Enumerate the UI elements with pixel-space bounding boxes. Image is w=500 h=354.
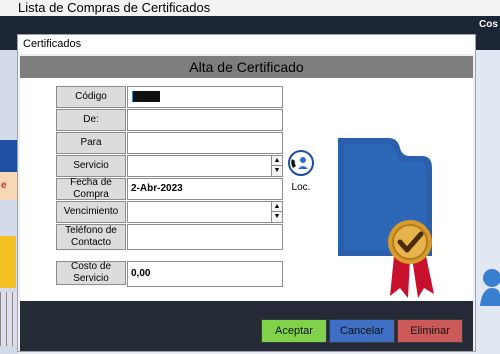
dialog-titlebar[interactable]: Certificados [18, 35, 475, 54]
spin-up-icon[interactable]: ▲ [272, 202, 282, 212]
background-left-badge: e [0, 172, 18, 200]
accept-button[interactable]: Aceptar [261, 319, 327, 343]
phone-contact-icon [288, 150, 314, 176]
certificate-dialog: Certificados Alta de Certificado Código … [17, 34, 476, 352]
background-calendar-icon [0, 292, 18, 346]
delete-button[interactable]: Eliminar [397, 319, 463, 343]
para-input[interactable] [127, 132, 283, 154]
background-person-icon [480, 269, 500, 306]
cancel-button[interactable]: Cancelar [329, 319, 395, 343]
dialog-header: Alta de Certificado [20, 56, 473, 78]
para-label: Para [56, 132, 126, 154]
de-label: De: [56, 109, 126, 131]
locate-contact-button[interactable]: Loc. [286, 149, 316, 197]
background-right-panel [476, 50, 500, 354]
spin-down-icon[interactable]: ▼ [272, 212, 282, 222]
servicio-label: Servicio [56, 155, 126, 177]
servicio-spinner[interactable]: ▲ ▼ [271, 156, 282, 176]
text-cursor [132, 90, 160, 102]
de-input[interactable] [127, 109, 283, 131]
background-left-blue-block [0, 140, 18, 172]
background-window-title: Lista de Compras de Certificados [0, 0, 500, 16]
codigo-input[interactable] [127, 86, 283, 108]
vencimiento-select[interactable]: ▲ ▼ [127, 201, 283, 223]
fecha-compra-label: Fecha de Compra [56, 177, 126, 200]
telefono-input[interactable] [127, 224, 283, 250]
dialog-form-area: Código De: Para Servicio ▲ ▼ Fecha de Co… [20, 78, 473, 301]
telefono-label: Teléfono de Contacto [56, 224, 126, 250]
servicio-select[interactable]: ▲ ▼ [127, 155, 283, 177]
costo-input[interactable]: 0,00 [127, 261, 283, 287]
vencimiento-spinner[interactable]: ▲ ▼ [271, 202, 282, 222]
costo-label: Costo de Servicio [56, 261, 126, 285]
codigo-label: Código [56, 86, 126, 108]
vencimiento-label: Vencimiento [56, 201, 126, 223]
certificate-award-icon [338, 138, 434, 298]
fecha-compra-input[interactable]: 2-Abr-2023 [127, 178, 283, 200]
background-left-folder-icon [0, 236, 16, 288]
background-column-header[interactable]: Cos Servi [476, 16, 500, 50]
spin-down-icon[interactable]: ▼ [272, 166, 282, 176]
locate-label: Loc. [291, 182, 311, 193]
spin-up-icon[interactable]: ▲ [272, 156, 282, 166]
